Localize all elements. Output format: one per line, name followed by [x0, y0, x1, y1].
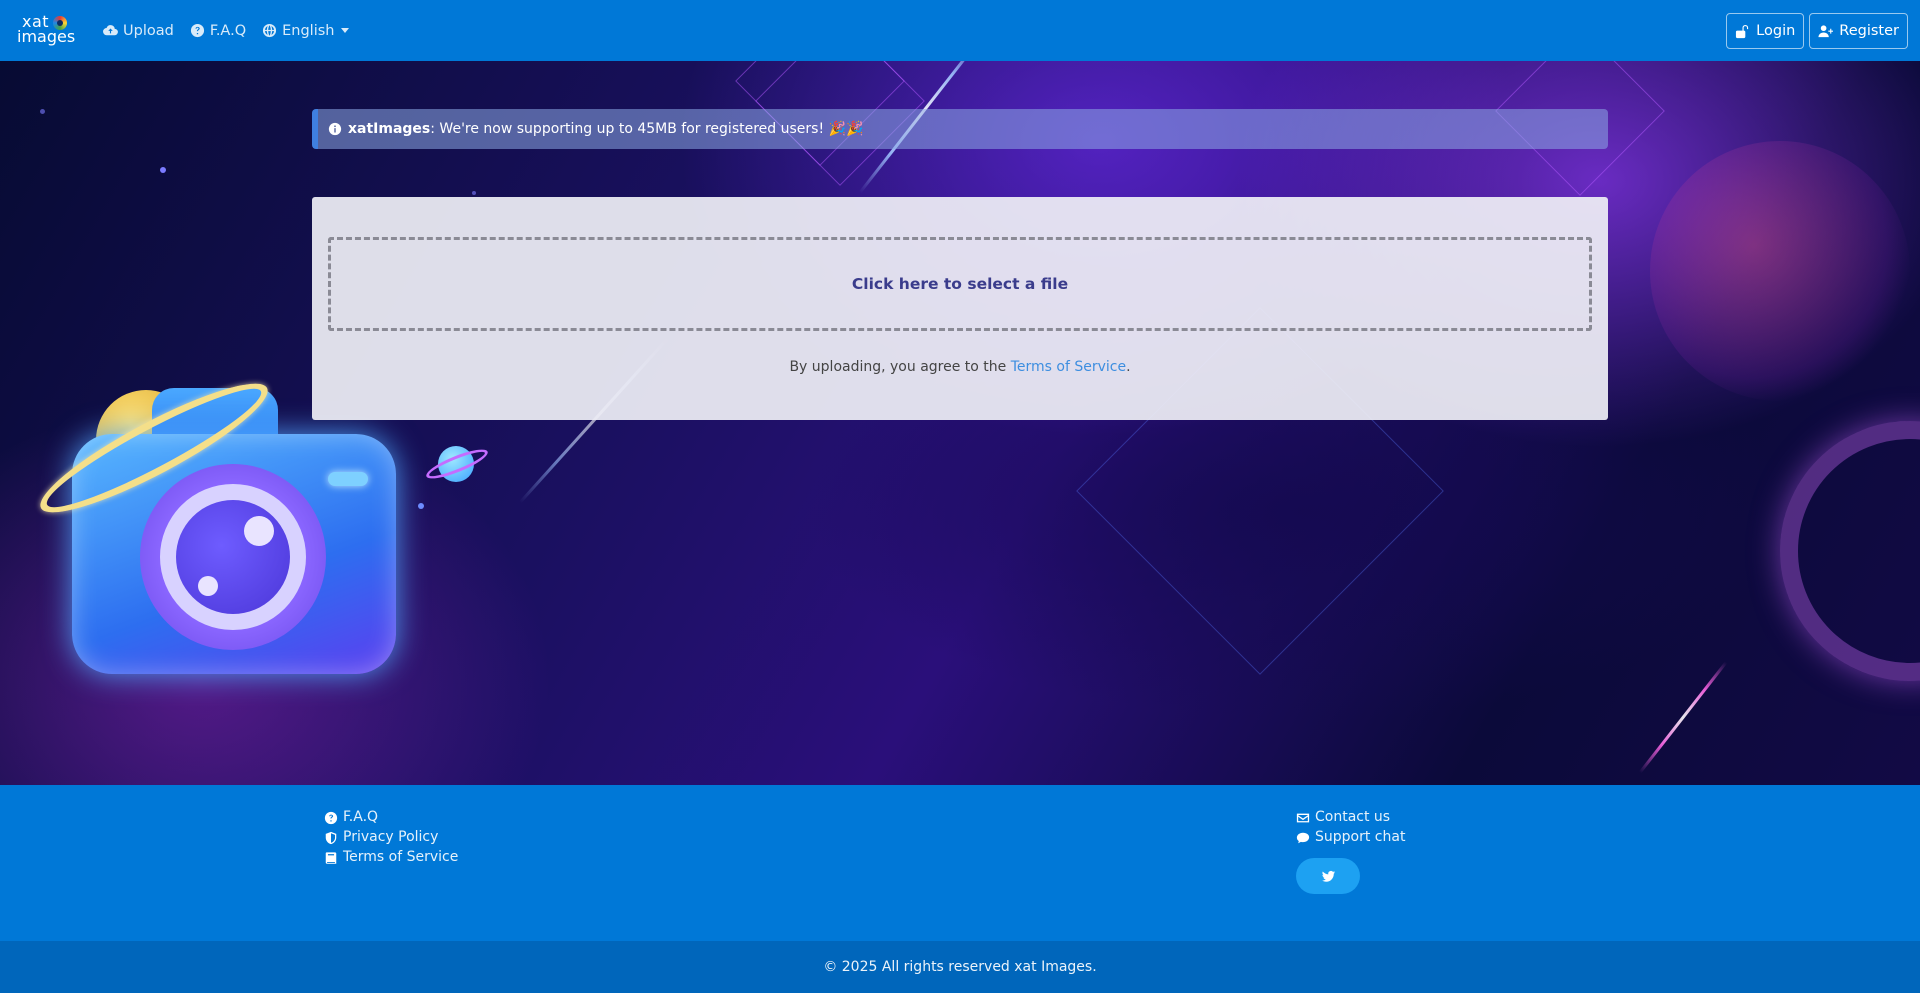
- footer-contact-label: Contact us: [1315, 809, 1391, 825]
- upload-card: Click here to select a file By uploading…: [312, 197, 1608, 420]
- nav-upload-label: Upload: [123, 22, 174, 39]
- footer-links-right: Contact us Support chat: [1296, 809, 1405, 846]
- planet-decoration: [1650, 141, 1910, 401]
- info-circle-icon: [328, 122, 342, 136]
- footer-tos-link[interactable]: Terms of Service: [324, 849, 458, 866]
- language-dropdown[interactable]: English: [262, 22, 350, 39]
- star-decoration: [40, 109, 45, 114]
- copyright-text: © 2025 All rights reserved xat Images.: [823, 959, 1097, 975]
- star-decoration: [472, 191, 476, 195]
- auth-buttons: Login Register: [1726, 13, 1908, 49]
- footer-faq-link[interactable]: F.A.Q: [324, 809, 458, 826]
- login-button[interactable]: Login: [1726, 13, 1805, 49]
- footer-faq-label: F.A.Q: [343, 809, 379, 825]
- question-circle-icon: [324, 811, 338, 824]
- tos-agreement: By uploading, you agree to the Terms of …: [312, 359, 1608, 375]
- select-file-label: Click here to select a file: [851, 275, 1069, 293]
- register-label: Register: [1839, 23, 1899, 39]
- footer-tos-label: Terms of Service: [343, 849, 459, 865]
- top-navbar: xat images Upload F.A.Q English Login Re…: [0, 0, 1920, 61]
- globe-icon: [263, 23, 277, 38]
- nav-faq-label: F.A.Q: [209, 22, 247, 39]
- twitter-button[interactable]: [1296, 858, 1360, 894]
- unlock-icon: [1736, 24, 1749, 38]
- question-circle-icon: [190, 23, 204, 38]
- footer-contact-link[interactable]: Contact us: [1296, 809, 1405, 826]
- user-plus-icon: [1818, 24, 1834, 37]
- tos-suffix: .: [1126, 359, 1131, 375]
- login-label: Login: [1756, 23, 1796, 39]
- book-icon: [325, 851, 337, 864]
- tos-link[interactable]: Terms of Service: [1011, 359, 1126, 375]
- xat-images-logo[interactable]: xat images: [16, 14, 76, 46]
- shield-icon: [325, 831, 337, 844]
- footer: F.A.Q Privacy Policy Terms of Service Co…: [0, 785, 1920, 941]
- footer-support-link[interactable]: Support chat: [1296, 829, 1405, 846]
- star-decoration: [418, 503, 424, 509]
- alert-brand: xatImages: [348, 121, 431, 137]
- footer-privacy-link[interactable]: Privacy Policy: [324, 829, 458, 846]
- light-beam-decoration: [1638, 661, 1728, 774]
- nav-faq-link[interactable]: F.A.Q: [190, 23, 246, 39]
- register-button[interactable]: Register: [1809, 13, 1908, 49]
- star-decoration: [160, 167, 166, 173]
- file-dropzone[interactable]: Click here to select a file: [328, 237, 1592, 331]
- envelope-icon: [1296, 813, 1310, 822]
- cloud-upload-icon: [103, 25, 118, 36]
- logo-text-bottom: images: [17, 27, 76, 46]
- nav-links: Upload F.A.Q English: [103, 0, 350, 61]
- chevron-down-icon: [341, 28, 350, 33]
- chat-bubble-icon: [1296, 832, 1310, 843]
- footer-links-left: F.A.Q Privacy Policy Terms of Service: [324, 809, 458, 866]
- footer-privacy-label: Privacy Policy: [343, 829, 439, 845]
- language-label: English: [282, 22, 335, 39]
- info-alert: xatImages: We're now supporting up to 45…: [312, 109, 1608, 149]
- tos-prefix: By uploading, you agree to the: [789, 359, 1011, 375]
- ring-decoration: [1780, 421, 1920, 681]
- twitter-icon: [1321, 870, 1335, 882]
- copyright-bar: © 2025 All rights reserved xat Images.: [0, 941, 1920, 993]
- nav-upload-link[interactable]: Upload: [103, 23, 174, 39]
- footer-support-label: Support chat: [1315, 829, 1406, 845]
- alert-message: : We're now supporting up to 45MB for re…: [430, 121, 864, 137]
